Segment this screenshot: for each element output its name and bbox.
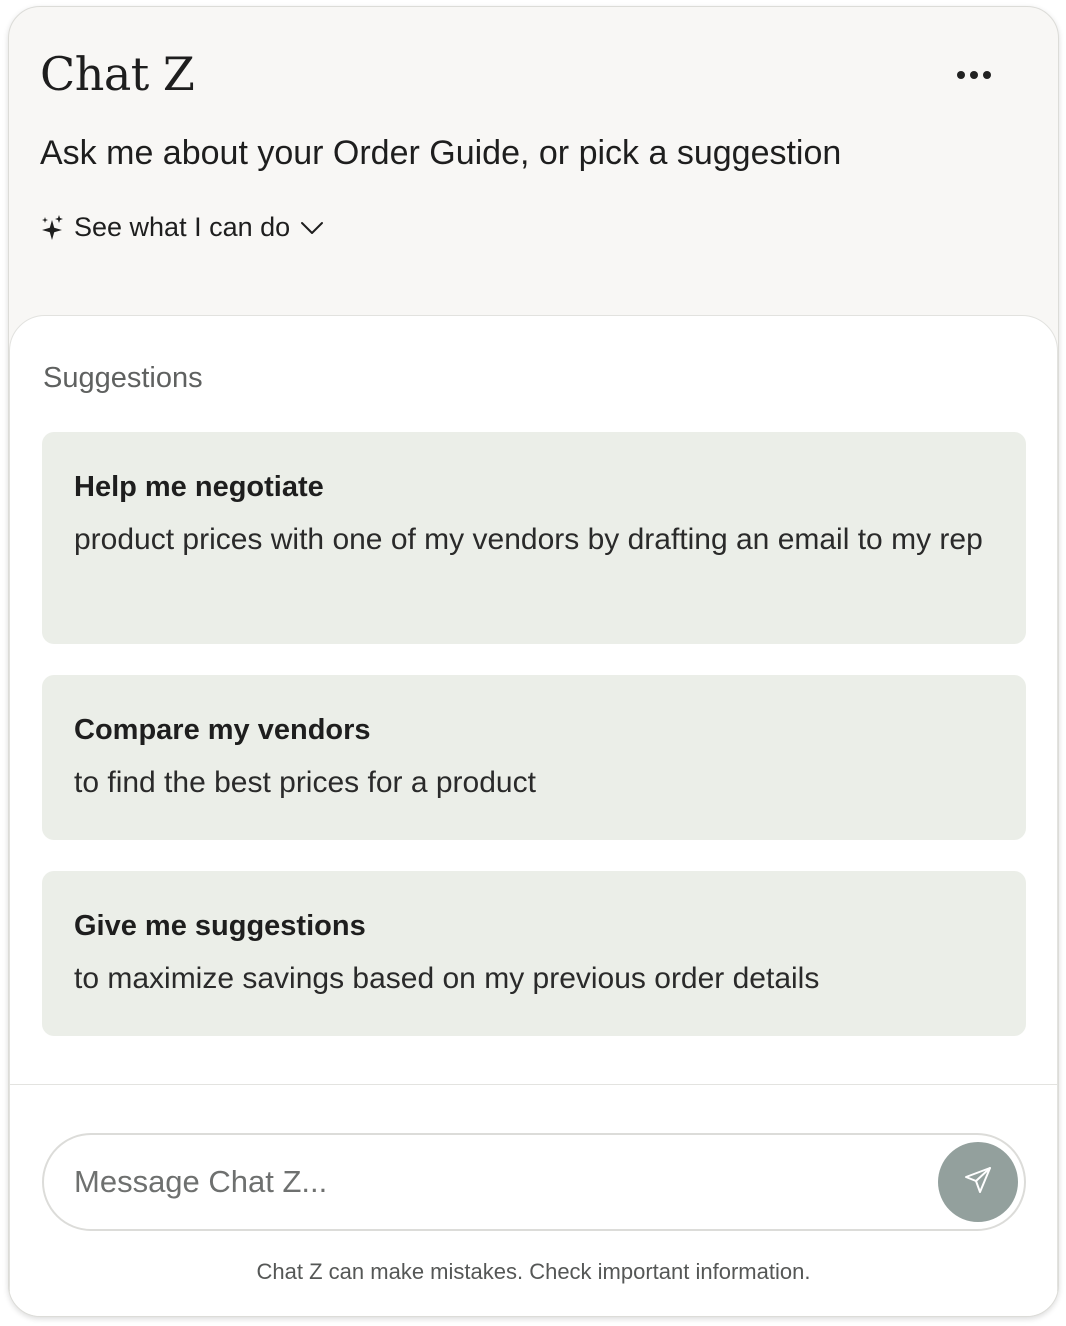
suggestions-heading: Suggestions bbox=[43, 362, 203, 394]
suggestion-card-negotiate[interactable]: Help me negotiate product prices with on… bbox=[42, 432, 1026, 644]
suggestion-card-savings[interactable]: Give me suggestions to maximize savings … bbox=[42, 871, 1026, 1036]
suggestions-panel: Suggestions Help me negotiate product pr… bbox=[9, 315, 1058, 1316]
chat-header: Chat Z Ask me about your Order Guide, or… bbox=[9, 7, 1058, 327]
composer-divider bbox=[10, 1084, 1057, 1085]
suggestion-card-compare-vendors[interactable]: Compare my vendors to find the best pric… bbox=[42, 675, 1026, 840]
more-options-button[interactable] bbox=[950, 55, 998, 95]
send-icon bbox=[963, 1165, 993, 1200]
message-input[interactable] bbox=[74, 1149, 914, 1215]
chat-title: Chat Z bbox=[40, 47, 195, 101]
see-capabilities-label: See what I can do bbox=[74, 212, 291, 242]
more-dot bbox=[970, 71, 978, 79]
chevron-down-icon bbox=[300, 221, 324, 235]
suggestion-title: Help me negotiate bbox=[74, 471, 324, 503]
more-dot bbox=[983, 71, 991, 79]
chat-subtitle: Ask me about your Order Guide, or pick a… bbox=[40, 134, 842, 172]
more-horizontal-icon bbox=[957, 71, 965, 79]
disclaimer-text: Chat Z can make mistakes. Check importan… bbox=[256, 1259, 811, 1284]
send-button[interactable] bbox=[938, 1142, 1018, 1222]
suggestion-body: to find the best prices for a product bbox=[74, 766, 536, 799]
see-capabilities-toggle[interactable]: See what I can do bbox=[40, 212, 324, 243]
suggestion-body: to maximize savings based on my previous… bbox=[74, 962, 820, 995]
suggestion-title: Give me suggestions bbox=[74, 910, 366, 942]
chat-window: Chat Z Ask me about your Order Guide, or… bbox=[8, 6, 1059, 1317]
sparkle-icon bbox=[40, 214, 64, 242]
message-composer bbox=[42, 1133, 1026, 1231]
suggestion-title: Compare my vendors bbox=[74, 714, 371, 746]
suggestion-body: product prices with one of my vendors by… bbox=[74, 523, 983, 556]
